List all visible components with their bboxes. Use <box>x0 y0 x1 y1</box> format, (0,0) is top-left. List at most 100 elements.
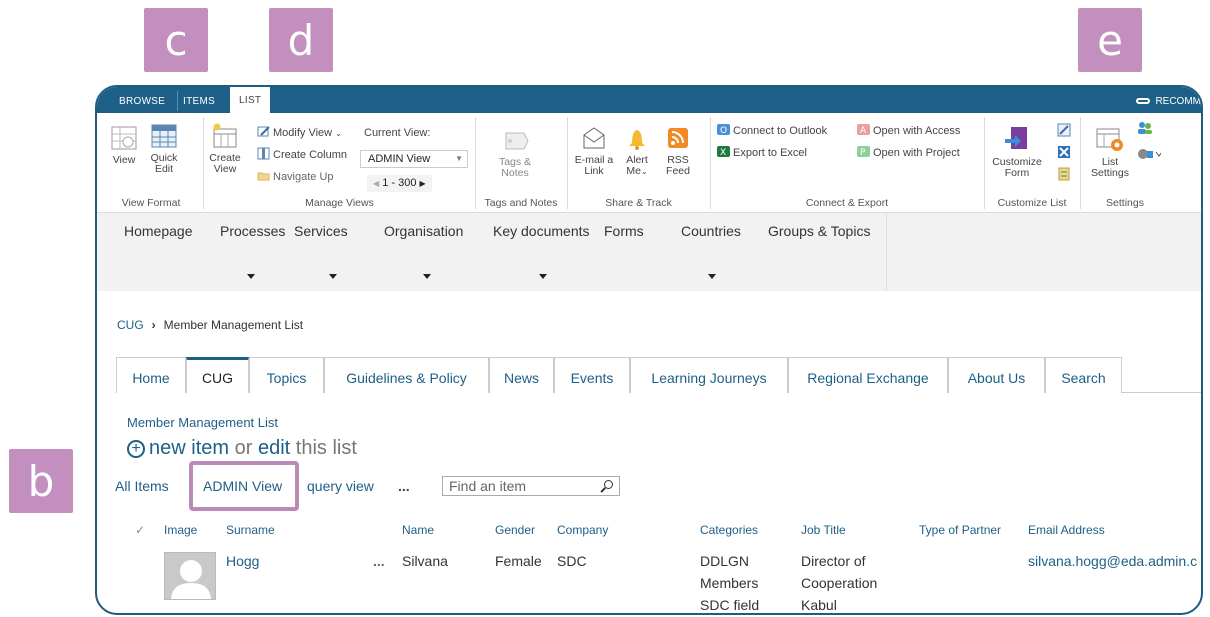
col-email-address[interactable]: Email Address <box>1028 523 1105 537</box>
row-job-title: Director of <box>801 553 866 569</box>
col-categories[interactable]: Categories <box>700 523 758 537</box>
tab-cug[interactable]: CUG <box>186 357 249 393</box>
svg-text:A: A <box>860 126 867 136</box>
tag-icon <box>505 132 529 150</box>
item-pager[interactable]: ◀ 1 - 300 ▶ <box>367 175 432 192</box>
row-surname-link[interactable]: Hogg <box>226 550 259 572</box>
new-item-link[interactable]: new item <box>149 437 229 459</box>
breadcrumb: CUG › Member Management List <box>117 318 303 332</box>
recommend-link[interactable]: RECOMM <box>1136 87 1201 113</box>
rss-icon <box>668 128 688 148</box>
project-icon: P <box>857 146 870 158</box>
navigate-up-button[interactable]: Navigate Up <box>257 169 334 185</box>
group-label-share-track: Share & Track <box>605 197 672 209</box>
more-views-button[interactable]: ... <box>398 478 410 494</box>
group-label-customize-list: Customize List <box>997 197 1067 209</box>
quick-edit-button[interactable]: Quick Edit <box>147 123 181 175</box>
tab-regional-exchange[interactable]: Regional Exchange <box>788 357 948 393</box>
col-company[interactable]: Company <box>557 523 608 537</box>
view-all-items[interactable]: All Items <box>115 478 169 494</box>
email-link-button[interactable]: E-mail a Link <box>571 125 617 177</box>
breadcrumb-root[interactable]: CUG <box>117 318 144 332</box>
customize-form-button[interactable]: Customize Form <box>989 125 1045 179</box>
rss-feed-button[interactable]: RSS Feed <box>663 125 693 177</box>
col-image[interactable]: Image <box>164 523 197 537</box>
list-title[interactable]: Member Management List <box>127 415 278 430</box>
nav-countries[interactable]: Countries <box>681 223 741 239</box>
ribbon-tab-bar: BROWSE ITEMS LIST RECOMM <box>97 87 1201 113</box>
tab-events[interactable]: Events <box>554 357 630 393</box>
group-divider <box>203 117 204 209</box>
tab-learning-journeys[interactable]: Learning Journeys <box>630 357 788 393</box>
view-button[interactable]: View <box>107 125 141 166</box>
create-column-button[interactable]: Create Column <box>257 147 347 163</box>
shared-with-icon[interactable] <box>1137 147 1161 161</box>
col-gender[interactable]: Gender <box>495 523 535 537</box>
chevron-down-icon[interactable] <box>708 274 716 279</box>
tab-topics[interactable]: Topics <box>249 357 324 393</box>
edit-list-icon[interactable] <box>1057 123 1071 137</box>
row-menu-button[interactable]: ... <box>373 550 385 572</box>
select-all-checkmark[interactable]: ✓ <box>135 523 145 537</box>
modify-view-button[interactable]: Modify View ⌄ <box>257 125 342 142</box>
svg-text:X: X <box>720 148 726 158</box>
col-type-of-partner[interactable]: Type of Partner <box>919 523 1001 537</box>
view-query[interactable]: query view <box>307 478 374 494</box>
col-surname[interactable]: Surname <box>226 523 275 537</box>
group-label-manage-views: Manage Views <box>305 197 374 209</box>
chevron-down-icon[interactable] <box>423 274 431 279</box>
nav-homepage[interactable]: Homepage <box>124 223 193 239</box>
list-settings-button[interactable]: List Settings <box>1087 125 1133 179</box>
create-view-button[interactable]: Create View <box>209 123 241 175</box>
list-form-icon[interactable] <box>1057 167 1071 181</box>
search-icon[interactable] <box>604 480 613 489</box>
avatar <box>164 552 216 600</box>
create-view-icon <box>213 123 237 148</box>
tab-news[interactable]: News <box>489 357 554 393</box>
tags-notes-button[interactable]: Tags & Notes <box>495 129 535 179</box>
nav-processes[interactable]: Processes <box>220 223 285 239</box>
chevron-down-icon[interactable] <box>329 274 337 279</box>
alert-me-button[interactable]: Alert Me⌄ <box>619 125 655 177</box>
chevron-down-icon[interactable] <box>247 274 255 279</box>
group-divider <box>475 117 476 209</box>
view-admin[interactable]: ADMIN View <box>203 478 282 494</box>
nav-groups-topics[interactable]: Groups & Topics <box>768 223 870 239</box>
create-column-icon <box>257 147 270 160</box>
export-excel-button[interactable]: X Export to Excel <box>717 145 807 161</box>
tab-list[interactable]: LIST <box>230 87 271 113</box>
tab-about-us[interactable]: About Us <box>948 357 1045 393</box>
link-icon <box>1136 98 1151 105</box>
add-circle-icon[interactable]: + <box>127 440 145 458</box>
tab-browse[interactable]: BROWSE <box>119 87 165 113</box>
nav-services[interactable]: Services <box>294 223 348 239</box>
open-access-button[interactable]: A Open with Access <box>857 123 960 139</box>
nav-key-documents[interactable]: Key documents <box>493 223 590 239</box>
annotation-badge-e: e <box>1078 8 1142 72</box>
search-input[interactable]: Find an item <box>442 476 620 496</box>
edit-list-link[interactable]: edit <box>258 437 290 459</box>
tab-guidelines-policy[interactable]: Guidelines & Policy <box>324 357 489 393</box>
annotation-badge-d: d <box>269 8 333 72</box>
col-job-title[interactable]: Job Title <box>801 523 846 537</box>
modify-view-icon <box>257 126 270 137</box>
group-divider <box>1080 117 1081 209</box>
row-email-link[interactable]: silvana.hogg@eda.admin.c <box>1028 550 1197 572</box>
nav-forms[interactable]: Forms <box>604 223 644 239</box>
quick-edit-icon <box>151 124 177 148</box>
connect-outlook-button[interactable]: O Connect to Outlook <box>717 123 827 139</box>
workflow-icon[interactable] <box>1057 145 1071 159</box>
nav-organisation[interactable]: Organisation <box>384 223 463 239</box>
access-icon: A <box>857 124 870 136</box>
tab-home[interactable]: Home <box>116 357 186 393</box>
breadcrumb-current: Member Management List <box>163 318 304 332</box>
tab-search[interactable]: Search <box>1045 357 1122 393</box>
current-view-select[interactable]: ADMIN View ▼ <box>360 150 468 168</box>
row-category: SDC field <box>700 597 760 613</box>
open-project-button[interactable]: P Open with Project <box>857 145 960 161</box>
permissions-icon[interactable] <box>1137 121 1153 135</box>
tab-items[interactable]: ITEMS <box>183 87 215 113</box>
col-name[interactable]: Name <box>402 523 434 537</box>
chevron-down-icon[interactable] <box>539 274 547 279</box>
ribbon: View Quick Edit Create View Modify View ⌄ … <box>97 113 1201 213</box>
